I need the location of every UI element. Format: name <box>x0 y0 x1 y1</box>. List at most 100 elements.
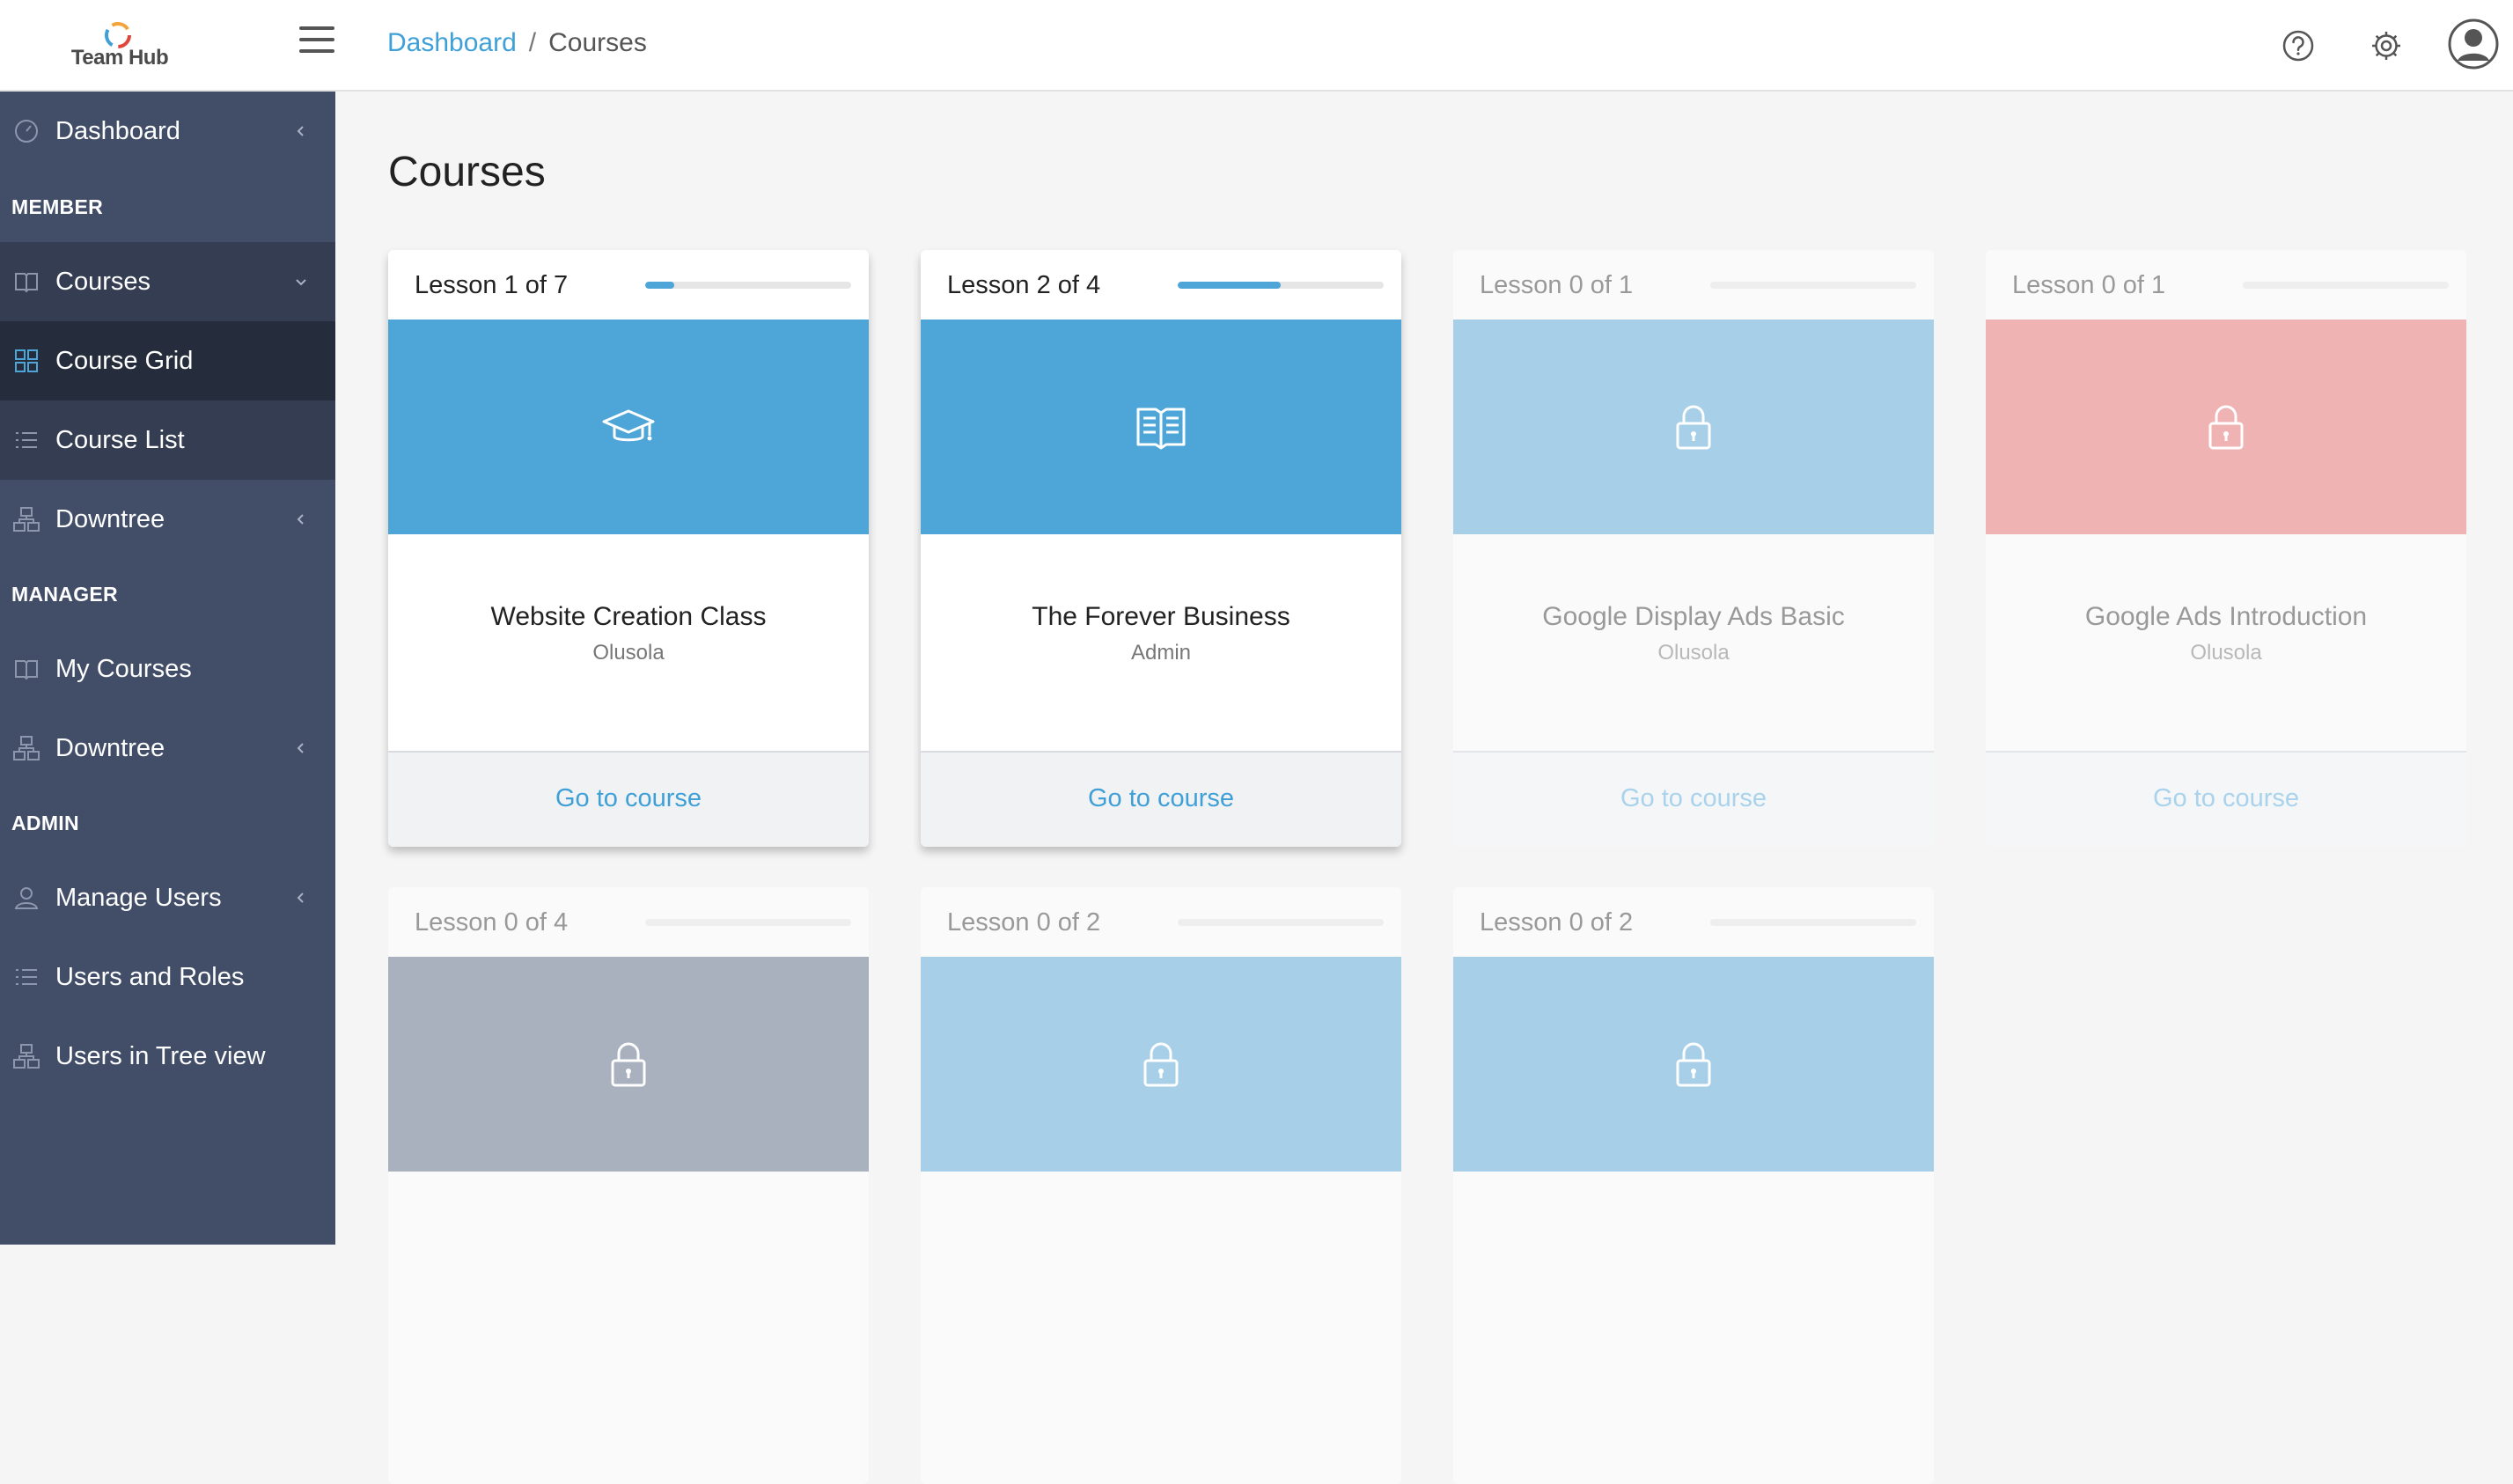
course-banner <box>921 957 1401 1172</box>
lesson-progress-label: Lesson 0 of 4 <box>415 908 569 937</box>
book-icon <box>15 273 38 293</box>
card-header: Lesson 2 of 4 <box>921 250 1401 320</box>
section-header-admin: ADMIN <box>11 812 79 834</box>
lock-icon <box>1676 405 1711 450</box>
graduation-cap-icon <box>602 409 655 442</box>
breadcrumb-current: Courses <box>548 28 647 57</box>
course-author: Olusola <box>1657 641 1730 665</box>
lock-icon <box>611 1042 646 1087</box>
course-card-locked: Lesson 0 of 2 <box>1453 887 1934 1484</box>
lock-icon <box>1143 1042 1179 1087</box>
menu-toggle-icon[interactable] <box>299 26 334 62</box>
course-title: The Forever Business <box>1032 602 1290 631</box>
card-footer: Go to course <box>921 751 1401 847</box>
logo[interactable]: Team Hub <box>0 0 239 92</box>
sidebar-item-label: Users in Tree view <box>55 1041 266 1070</box>
user-icon <box>14 887 39 909</box>
go-to-course-link: Go to course <box>1620 784 1767 812</box>
progress-bar <box>645 919 851 926</box>
chevron-left-icon <box>297 893 304 903</box>
progress-bar <box>1178 919 1384 926</box>
course-card[interactable]: Lesson 2 of 4 The Forever Business Admin… <box>921 250 1401 847</box>
course-card-locked: Lesson 0 of 2 <box>921 887 1401 1484</box>
sidebar-item-users-and-roles[interactable]: Users and Roles <box>0 937 335 1017</box>
card-header: Lesson 0 of 1 <box>1986 250 2466 320</box>
course-author: Admin <box>1130 641 1192 665</box>
lesson-progress-label: Lesson 0 of 2 <box>1480 908 1634 937</box>
breadcrumb-dashboard-link[interactable]: Dashboard <box>387 28 517 57</box>
sidebar-item-users-in-tree-view[interactable]: Users in Tree view <box>0 1017 335 1096</box>
card-footer: Go to course <box>1986 751 2466 847</box>
sidebar-item-manager-downtree[interactable]: Downtree <box>0 709 335 788</box>
sidebar-item-course-list[interactable]: Course List <box>0 400 335 480</box>
course-title: Google Ads Introduction <box>2084 602 2368 631</box>
lock-icon <box>1676 1042 1711 1087</box>
progress-bar <box>1710 282 1916 289</box>
section-header-member: MEMBER <box>11 195 104 218</box>
breadcrumb-separator: / <box>528 28 537 57</box>
sidebar-item-my-courses[interactable]: My Courses <box>0 629 335 709</box>
go-to-course-link[interactable]: Go to course <box>388 784 869 813</box>
course-card-locked: Lesson 0 of 1 Google Display Ads Basic O… <box>1453 250 1934 847</box>
sidebar-item-manage-users[interactable]: Manage Users <box>0 858 335 937</box>
chevron-left-icon <box>297 126 304 136</box>
course-banner[interactable] <box>921 320 1401 534</box>
progress-bar <box>645 282 851 289</box>
course-banner <box>388 957 869 1172</box>
app-name: Team Hub <box>70 46 169 70</box>
course-title: Google Display Ads Basic <box>1542 602 1845 631</box>
progress-bar-fill <box>645 282 675 289</box>
course-banner <box>1453 957 1934 1172</box>
tree-icon <box>13 507 40 532</box>
course-author: Olusola <box>2190 641 2262 665</box>
sidebar-item-label: Dashboard <box>55 116 180 145</box>
sidebar-item-label: Course Grid <box>55 346 194 375</box>
course-card-locked: Lesson 0 of 4 <box>388 887 869 1484</box>
sidebar: Dashboard MEMBER Courses Course Grid Cou… <box>0 92 335 1245</box>
help-icon[interactable] <box>2274 21 2323 70</box>
lesson-progress-label: Lesson 0 of 1 <box>1480 271 1634 299</box>
sidebar-item-course-grid[interactable]: Course Grid <box>0 321 335 400</box>
gear-icon[interactable] <box>2362 21 2411 70</box>
list-icon <box>16 432 37 448</box>
lesson-progress-label: Lesson 1 of 7 <box>415 271 569 299</box>
progress-bar <box>1710 919 1916 926</box>
sidebar-item-label: Course List <box>55 425 185 454</box>
lesson-progress-label: Lesson 2 of 4 <box>947 271 1101 299</box>
sidebar-item-label: Downtree <box>55 733 165 762</box>
sidebar-item-dashboard[interactable]: Dashboard <box>0 92 335 171</box>
sidebar-item-downtree[interactable]: Downtree <box>0 480 335 559</box>
card-header: Lesson 0 of 4 <box>388 887 869 957</box>
lesson-progress-label: Lesson 0 of 1 <box>2012 271 2166 299</box>
sidebar-item-label: Downtree <box>55 504 165 533</box>
course-author: Olusola <box>592 641 665 665</box>
lesson-progress-label: Lesson 0 of 2 <box>947 908 1101 937</box>
breadcrumb: Dashboard / Courses <box>387 28 647 58</box>
top-bar: Team Hub Dashboard / Courses <box>0 0 2513 92</box>
chevron-down-icon <box>296 279 306 286</box>
course-banner <box>1986 320 2466 534</box>
chevron-left-icon <box>297 514 304 525</box>
sidebar-item-courses[interactable]: Courses <box>0 242 335 321</box>
sidebar-item-label: My Courses <box>55 654 192 683</box>
card-header: Lesson 1 of 7 <box>388 250 869 320</box>
card-footer: Go to course <box>388 751 869 847</box>
sidebar-item-label: Manage Users <box>55 883 222 912</box>
sidebar-item-label: Users and Roles <box>55 962 245 991</box>
go-to-course-link[interactable]: Go to course <box>921 784 1401 813</box>
chevron-left-icon <box>297 743 304 753</box>
go-to-course-link: Go to course <box>2152 784 2300 812</box>
card-header: Lesson 0 of 2 <box>1453 887 1934 957</box>
page-title: Courses <box>388 149 546 195</box>
section-header-manager: MANAGER <box>11 583 118 606</box>
progress-bar <box>2243 282 2449 289</box>
user-avatar-icon[interactable] <box>2447 18 2500 70</box>
course-banner[interactable] <box>388 320 869 534</box>
course-banner <box>1453 320 1934 534</box>
open-book-icon <box>1136 408 1186 450</box>
course-card[interactable]: Lesson 1 of 7 Website Creation Class Olu… <box>388 250 869 847</box>
list-icon <box>16 969 37 985</box>
course-card-locked: Lesson 0 of 1 Google Ads Introduction Ol… <box>1986 250 2466 847</box>
gauge-icon <box>15 120 38 143</box>
lock-icon <box>2208 405 2244 450</box>
